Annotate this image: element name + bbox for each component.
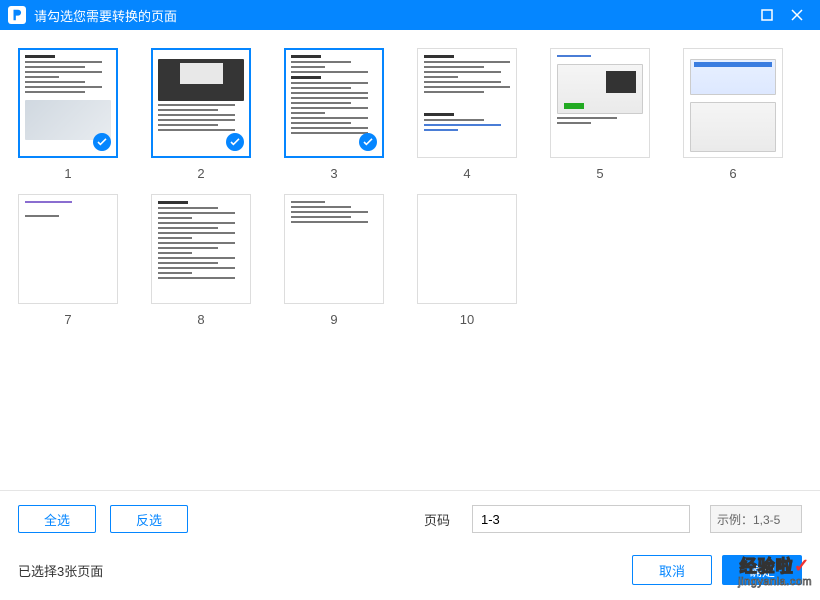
confirm-button[interactable]: 确定 [722, 555, 802, 585]
selected-check-icon [226, 133, 244, 151]
page-item: 7 [18, 194, 118, 327]
page-item: 1 [18, 48, 118, 181]
page-item: 4 [417, 48, 517, 181]
cancel-button[interactable]: 取消 [632, 555, 712, 585]
page-number: 6 [729, 166, 736, 181]
page-grid-container: 1 2 3 4 5 6 7 8 9 10 [0, 30, 820, 490]
selected-check-icon [93, 133, 111, 151]
titlebar: 请勾选您需要转换的页面 [0, 0, 820, 30]
footer: 全选 反选 页码 示例：1,3-5 已选择3张页面 取消 确定 经验啦✓ jin… [0, 490, 820, 600]
page-item: 9 [284, 194, 384, 327]
page-thumbnail[interactable] [417, 48, 517, 158]
app-logo [8, 6, 26, 24]
page-thumbnail[interactable] [18, 194, 118, 304]
page-range-label: 页码 [424, 510, 450, 529]
selected-check-icon [359, 133, 377, 151]
page-thumbnail[interactable] [284, 48, 384, 158]
page-item: 6 [683, 48, 783, 181]
page-thumbnail[interactable] [151, 48, 251, 158]
page-number: 8 [197, 312, 204, 327]
page-number: 5 [596, 166, 603, 181]
page-number: 9 [330, 312, 337, 327]
maximize-button[interactable] [752, 0, 782, 30]
page-range-example: 示例：1,3-5 [710, 505, 802, 533]
page-thumbnail[interactable] [550, 48, 650, 158]
page-thumbnail[interactable] [284, 194, 384, 304]
page-item: 3 [284, 48, 384, 181]
page-range-input[interactable] [472, 505, 690, 533]
page-number: 7 [64, 312, 71, 327]
page-item: 2 [151, 48, 251, 181]
page-thumbnail[interactable] [683, 48, 783, 158]
page-number: 2 [197, 166, 204, 181]
page-number: 3 [330, 166, 337, 181]
page-number: 4 [463, 166, 470, 181]
page-number: 1 [64, 166, 71, 181]
select-all-button[interactable]: 全选 [18, 505, 96, 533]
page-thumbnail[interactable] [18, 48, 118, 158]
page-item: 5 [550, 48, 650, 181]
window-title: 请勾选您需要转换的页面 [34, 6, 752, 25]
page-number: 10 [460, 312, 474, 327]
selection-status: 已选择3张页面 [18, 561, 103, 580]
page-thumbnail[interactable] [151, 194, 251, 304]
page-item: 8 [151, 194, 251, 327]
page-item: 10 [417, 194, 517, 327]
invert-selection-button[interactable]: 反选 [110, 505, 188, 533]
close-button[interactable] [782, 0, 812, 30]
page-thumbnail[interactable] [417, 194, 517, 304]
